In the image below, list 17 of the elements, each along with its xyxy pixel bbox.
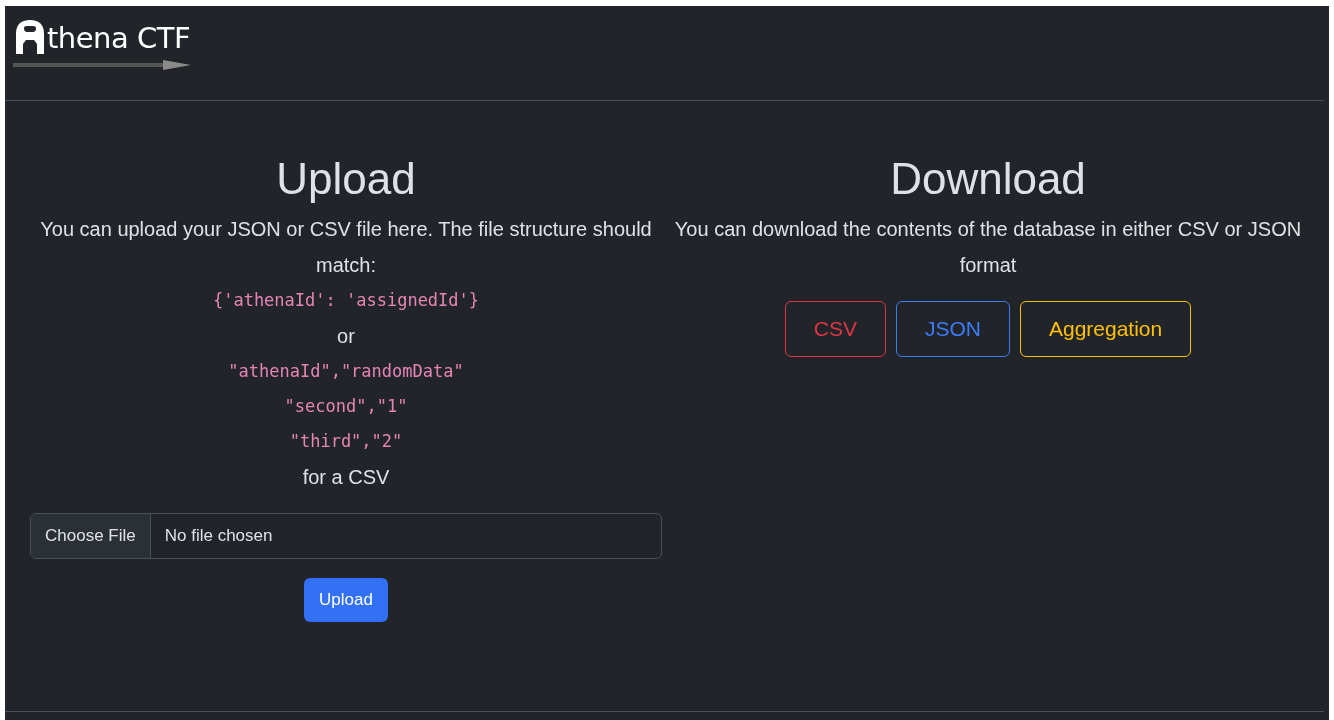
instruction-text: or <box>337 324 355 349</box>
upload-button[interactable]: Upload <box>304 578 388 622</box>
file-name: No file chosen <box>163 525 274 547</box>
download-button[interactable]: JSON <box>895 301 1010 357</box>
code-sample: "athenaId","randomData" <box>228 360 464 383</box>
download-instructions: You can download the contents of the database in either CSV or JSON format <box>673 217 1303 278</box>
brand-name: thena CTF <box>47 20 191 57</box>
download-title: Download <box>890 153 1086 205</box>
file-input[interactable]: Choose File No file chosen <box>30 513 662 559</box>
code-sample: "third","2" <box>289 430 403 453</box>
code-sample: "second","1" <box>284 395 408 418</box>
download-button[interactable]: Aggregation <box>1019 301 1192 357</box>
instruction-text: for a CSV <box>302 465 390 490</box>
upload-instructions: You can upload your JSON or CSV file here. The file structure should match: <box>39 217 653 278</box>
upload-title: Upload <box>276 153 416 205</box>
choose-file-button[interactable]: Choose File <box>31 514 151 558</box>
code-sample: {'athenaId': 'assignedId'} <box>212 289 480 312</box>
